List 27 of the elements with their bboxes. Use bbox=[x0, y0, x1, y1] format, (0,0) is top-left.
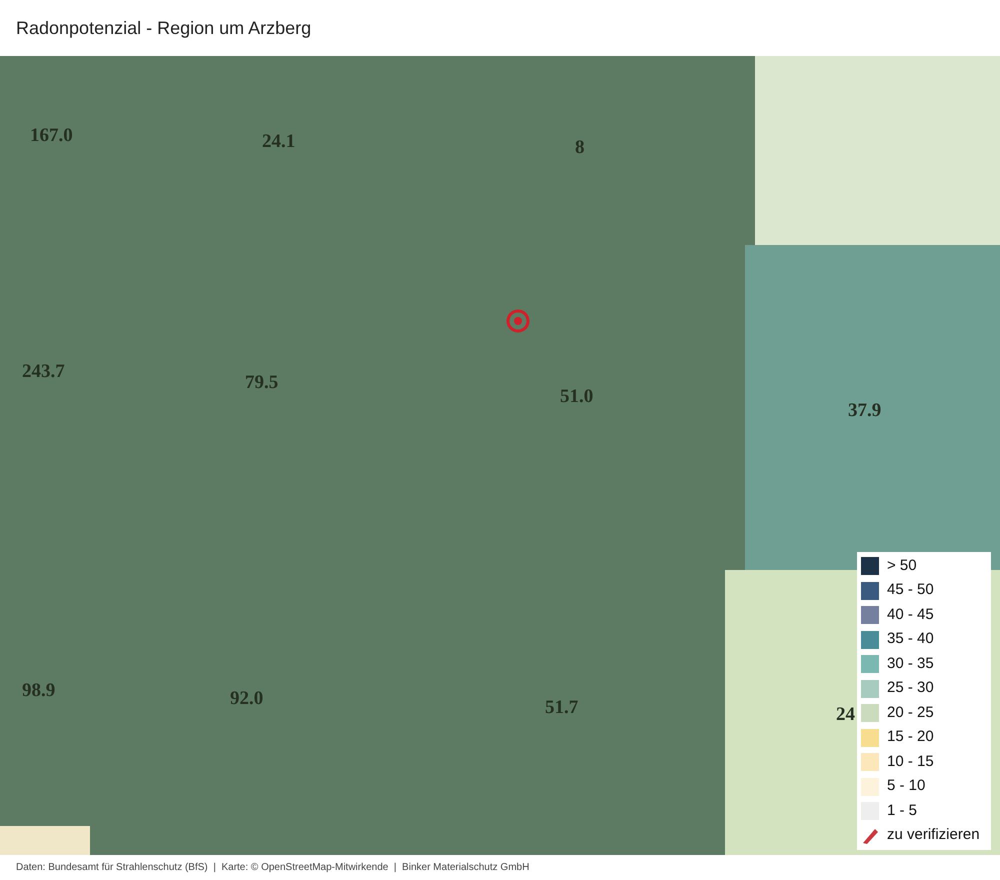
location-marker-icon bbox=[505, 308, 531, 334]
legend-label: 20 - 25 bbox=[887, 702, 934, 723]
radon-value-label: 167.0 bbox=[30, 124, 73, 148]
radon-value-label: 24.1 bbox=[262, 130, 296, 154]
legend-label: 10 - 15 bbox=[887, 752, 934, 772]
legend-label: zu verifizieren bbox=[887, 825, 980, 846]
radon-value-label: 243.7 bbox=[22, 360, 65, 384]
map-area[interactable]: 167.0 24.1 8 243.7 79.5 51.0 37.9 98.9 92.0 51.7 24 > 50 45 - 50 40 - 45 35 - 40 30 - 35 25 - 30 20 - 25 15 - 20 10 - 15 5 - 10 1 - 5 zu verifizieren bbox=[0, 56, 1000, 855]
legend-label: 35 - 40 bbox=[887, 629, 934, 650]
radon-value-label: 24 bbox=[836, 703, 855, 727]
legend-label: 45 - 50 bbox=[887, 580, 934, 600]
legend-label: 40 - 45 bbox=[887, 604, 934, 625]
legend-label: > 50 bbox=[887, 556, 917, 576]
legend-label: 5 - 10 bbox=[887, 776, 926, 796]
legend-label: 25 - 30 bbox=[887, 678, 934, 698]
radon-value-label: 92.0 bbox=[230, 687, 264, 711]
radon-value-label: 51.7 bbox=[545, 696, 578, 720]
legend-label: 30 - 35 bbox=[887, 654, 934, 674]
radon-value-label: 98.9 bbox=[22, 679, 56, 703]
radon-value-label: 51.0 bbox=[560, 385, 594, 409]
legend-label: 1 - 5 bbox=[887, 800, 918, 821]
map-title: Radonpotenzial - Region um Arzberg bbox=[16, 16, 312, 40]
radon-value-label: 8 bbox=[575, 136, 584, 160]
legend-label: 15 - 20 bbox=[887, 727, 934, 748]
radon-value-label: 79.5 bbox=[245, 371, 278, 395]
attribution-text: Daten: Bundesamt für Strahlenschutz (BfS) | Karte: © OpenStreetMap-Mitwirkende | Binker Materialschutz GmbH bbox=[16, 861, 530, 875]
radon-value-label: 37.9 bbox=[848, 399, 882, 423]
